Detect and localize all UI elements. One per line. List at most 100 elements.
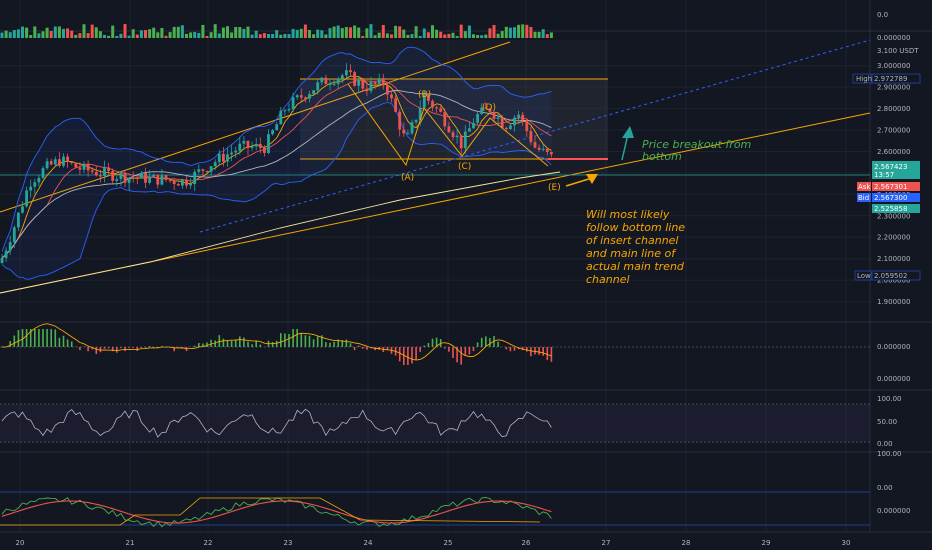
oscillator-bar — [349, 343, 352, 347]
volume-bar — [197, 33, 201, 38]
oscillator-bar — [13, 335, 16, 347]
volume-bar — [230, 32, 234, 38]
volume-bar — [508, 27, 512, 38]
oscillator-bar — [210, 339, 212, 347]
candle-body — [135, 178, 139, 180]
volume-bar — [480, 35, 484, 38]
volume-bar — [160, 28, 164, 38]
extra-price-value: 2.525858 — [874, 205, 907, 213]
volume-bar — [545, 34, 549, 38]
rsi-tick-label: 50.00 — [877, 418, 897, 426]
candle-body — [201, 169, 205, 172]
candle-body — [107, 167, 110, 171]
oscillator-bar — [460, 347, 462, 365]
volume-bar — [25, 27, 29, 38]
volume-bar — [525, 24, 529, 38]
volume-bar — [238, 27, 242, 38]
volume-bar — [180, 25, 184, 38]
volume-bar — [258, 34, 262, 38]
volume-bar — [127, 35, 131, 38]
trading-chart[interactable]: (A) (B) (C) (D) (E) Price breakout from … — [0, 0, 932, 550]
candle-body — [455, 135, 459, 138]
stochastic-tick-label: 0.000000 — [877, 507, 910, 515]
candle-body — [496, 117, 500, 119]
candle-body — [70, 161, 74, 164]
volume-bar — [459, 24, 463, 38]
volume-bar — [295, 29, 299, 38]
oscillator-bar — [198, 343, 200, 347]
volume-bar — [242, 28, 246, 38]
candle-body — [37, 177, 41, 183]
oscillator-bar — [222, 338, 225, 347]
oscillator-bar — [357, 345, 360, 347]
volume-bar — [123, 24, 127, 38]
oscillator-bar — [251, 344, 253, 347]
candle-body — [172, 180, 176, 185]
volume-bar — [62, 28, 65, 38]
candle-body — [246, 140, 250, 148]
volume-bar — [267, 34, 270, 38]
candle-body — [287, 109, 291, 111]
candle-body — [0, 257, 4, 263]
candle-body — [213, 162, 217, 167]
oscillator-bar — [259, 344, 262, 347]
oscillator-bar — [66, 339, 69, 347]
candle-body — [115, 178, 119, 181]
price-tick-label: 2.200000 — [877, 234, 910, 242]
volume-bar — [484, 34, 488, 38]
candle-body — [21, 206, 24, 213]
low-label: Low — [857, 272, 871, 280]
volume-bar — [74, 34, 78, 38]
volume-bar — [201, 24, 205, 38]
oscillator-tick-label: 0.000000 — [877, 375, 910, 383]
volume-bar — [250, 34, 254, 38]
oscillator-bar — [70, 341, 73, 347]
candle-body — [127, 177, 131, 183]
volume-tick-label: 0.000000 — [877, 34, 910, 42]
candle-body — [197, 169, 201, 172]
volume-bar — [144, 30, 147, 38]
volume-bar — [426, 32, 430, 38]
volume-bar — [308, 29, 311, 38]
candle-body — [209, 166, 213, 172]
price-tick-label: 3.000000 — [877, 62, 910, 70]
volume-bar — [213, 24, 217, 38]
time-tick-label: 28 — [682, 539, 691, 547]
bid-value: 2.567300 — [874, 194, 907, 202]
volume-bar — [45, 27, 49, 38]
volume-bar — [398, 26, 402, 38]
volume-bar — [353, 25, 357, 38]
candle-body — [45, 161, 49, 169]
candle-body — [152, 174, 156, 177]
candle-body — [258, 143, 262, 148]
volume-bar — [390, 34, 393, 38]
volume-bar — [234, 26, 238, 38]
time-tick-label: 21 — [126, 539, 135, 547]
candle-body — [86, 163, 90, 171]
candle-body — [328, 83, 332, 85]
candle-body — [4, 250, 8, 258]
candle-body — [41, 168, 45, 178]
volume-bar — [226, 26, 229, 38]
candle-body — [435, 107, 438, 109]
candle-body — [369, 82, 373, 92]
volume-bar — [78, 33, 82, 38]
volume-bar — [16, 29, 20, 38]
candle-body — [254, 143, 258, 147]
candle-body — [29, 186, 33, 191]
candle-body — [545, 148, 549, 153]
candle-body — [320, 77, 324, 83]
candle-body — [123, 172, 127, 183]
volume-bar — [53, 26, 57, 38]
time-tick-label: 27 — [602, 539, 611, 547]
candle-body — [439, 108, 443, 112]
volume-bar — [324, 34, 328, 38]
candle-body — [295, 95, 299, 98]
volume-bar — [439, 31, 443, 38]
candle-body — [271, 130, 274, 135]
oscillator-bar — [206, 342, 208, 347]
volume-bar — [385, 33, 389, 38]
oscillator-bar — [239, 336, 241, 347]
high-label: High — [856, 75, 872, 83]
volume-bar — [488, 28, 492, 38]
